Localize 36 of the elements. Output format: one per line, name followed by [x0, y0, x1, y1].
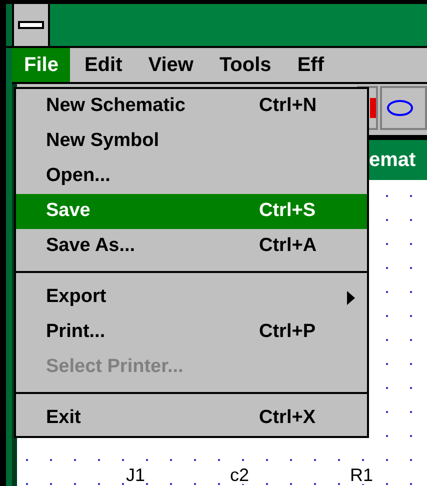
shortcut-label: Ctrl+P: [259, 320, 316, 344]
menu-item[interactable]: Tools: [213, 48, 278, 82]
ellipse-icon: [386, 99, 414, 117]
shortcut-label: Ctrl+A: [259, 234, 317, 258]
option-label: Export: [46, 286, 106, 308]
menu-option[interactable]: Open...: [16, 159, 367, 194]
minus-icon: [18, 21, 44, 29]
option-label: New Symbol: [46, 130, 159, 152]
menu-item[interactable]: Eff: [291, 48, 330, 82]
component-label: J1: [125, 466, 146, 484]
menu-item[interactable]: Edit: [78, 48, 128, 82]
shortcut-label: Ctrl+S: [259, 199, 316, 224]
menu-option[interactable]: Print... Ctrl+P: [16, 315, 367, 350]
option-label: Save As...: [46, 235, 136, 256]
menu-item[interactable]: File: [12, 48, 70, 82]
toolbar-button[interactable]: [380, 86, 427, 130]
option-label: Save: [46, 200, 90, 222]
document-title: emat: [369, 148, 416, 173]
shortcut-label: Ctrl+X: [259, 406, 316, 430]
shortcut-label: Ctrl+N: [259, 94, 317, 118]
menu-option[interactable]: New Symbol: [16, 124, 367, 159]
menu-option[interactable]: Exit Ctrl+X: [16, 401, 367, 436]
menu-option[interactable]: New Schematic Ctrl+N: [16, 89, 367, 124]
option-label: Print...: [46, 321, 106, 342]
menu-option[interactable]: Save As... Ctrl+A: [16, 229, 367, 264]
component-label: c2: [229, 466, 250, 484]
option-label: New Schematic: [46, 95, 186, 116]
option-label: Exit: [46, 407, 81, 428]
component-label: R1: [349, 466, 374, 484]
option-label: Open...: [46, 165, 110, 186]
system-menu-button[interactable]: [12, 4, 50, 46]
menu-option[interactable]: Export: [16, 280, 367, 315]
option-label: Select Printer...: [46, 356, 184, 378]
menu-option[interactable]: Save Ctrl+S: [16, 194, 367, 229]
menu-item[interactable]: View: [142, 48, 200, 82]
tool-icon: [370, 98, 376, 118]
